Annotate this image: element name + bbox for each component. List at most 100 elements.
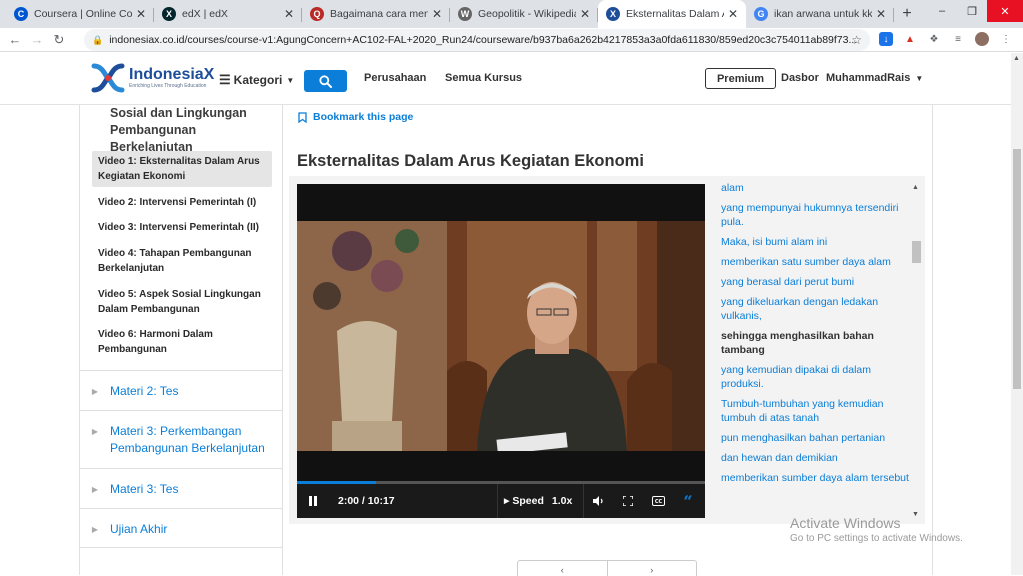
chevron-right-icon: ▶ <box>91 525 99 534</box>
previous-unit-button[interactable]: ‹ <box>518 561 608 576</box>
address-bar[interactable]: 🔒 indonesiax.co.id/courses/course-v1:Agu… <box>84 29 870 51</box>
close-tab-icon[interactable]: ✕ <box>580 7 590 21</box>
unit-video-1[interactable]: Video 1: Eksternalitas Dalam Arus Kegiat… <box>92 151 272 187</box>
coursera-icon: C <box>14 7 28 21</box>
browser-tab[interactable]: C Coursera | Online Courses ✕ <box>6 0 154 28</box>
tab-title: Geopolitik - Wikipedia bahasa <box>478 8 576 20</box>
bookmark-star-icon[interactable]: ☆ <box>851 33 862 47</box>
scroll-up-icon[interactable]: ▲ <box>912 184 919 191</box>
subsection-materi-3-tes[interactable]: ▶ Materi 3: Tes <box>80 468 283 508</box>
unit-video-5[interactable]: Video 5: Aspek Sosial Lingkungan Dalam P… <box>92 284 272 320</box>
new-tab-button[interactable]: + <box>894 0 920 28</box>
browser-tab[interactable]: Q Bagaimana cara mendapatkan ✕ <box>302 0 450 28</box>
browser-tab[interactable]: Gikan arwana untuk kkesehatan ✕ <box>746 0 894 28</box>
transcript-line[interactable]: dan hewan dan demikian <box>721 451 909 465</box>
next-unit-button[interactable]: › <box>608 561 697 576</box>
transcript-line[interactable]: yang kemudian dipakai di dalam produksi. <box>721 363 909 391</box>
hamburger-icon: ☰ <box>219 72 231 87</box>
windows-activation-watermark: Activate Windows Go to PC settings to ac… <box>790 515 963 544</box>
semua-kursus-link[interactable]: Semua Kursus <box>445 72 522 84</box>
speed-control[interactable]: ▶ Speed 1.0x <box>497 484 572 518</box>
logo-mark-icon <box>91 63 125 93</box>
perusahaan-link[interactable]: Perusahaan <box>364 72 426 84</box>
url-text: indonesiax.co.id/courses/course-v1:Agung… <box>109 34 858 46</box>
close-tab-icon[interactable]: ✕ <box>432 7 442 21</box>
section-title: Sosial dan Lingkungan Pembangunan Berkel… <box>110 106 247 154</box>
page-scrollbar[interactable]: ▲ <box>1011 53 1023 575</box>
close-window-icon[interactable]: ✕ <box>987 0 1023 22</box>
close-tab-icon[interactable]: ✕ <box>876 7 886 21</box>
transcript-line[interactable]: Maka, isi bumi alam ini <box>721 235 909 249</box>
subsection-materi-2-tes[interactable]: ▶ Materi 2: Tes <box>80 370 283 410</box>
extension-megaphone-icon[interactable]: ▲ <box>903 32 917 46</box>
video-frame-image <box>297 221 705 451</box>
transcript-line[interactable]: Tumbuh-tumbuhan yang kemudian tumbuh di … <box>721 397 909 425</box>
close-tab-icon[interactable]: ✕ <box>136 7 146 21</box>
transcript-line[interactable]: pun menghasilkan bahan pertanian <box>721 431 909 445</box>
video-frame[interactable] <box>297 221 705 451</box>
volume-icon[interactable] <box>583 484 613 518</box>
search-icon <box>319 74 332 88</box>
subsection-materi-3[interactable]: ▶ Materi 3: Perkembangan Pembangunan Ber… <box>80 410 283 468</box>
reading-list-icon[interactable]: ≡ <box>951 32 965 46</box>
extension-download-icon[interactable]: ↓ <box>879 32 893 46</box>
forward-icon[interactable]: → <box>26 32 48 47</box>
minimize-icon[interactable]: – <box>927 0 957 22</box>
unit-video-2[interactable]: Video 2: Intervensi Pemerintah (I) <box>92 192 272 213</box>
close-tab-icon[interactable]: ✕ <box>284 7 294 21</box>
profile-avatar-icon[interactable] <box>975 32 989 46</box>
unit-title: Eksternalitas Dalam Arus Kegiatan Ekonom… <box>297 152 644 170</box>
close-tab-icon[interactable]: ✕ <box>728 7 738 21</box>
transcript-line[interactable]: alam <box>721 181 909 195</box>
transcript-scroll-thumb[interactable] <box>912 241 921 263</box>
bookmark-icon <box>298 111 307 123</box>
subsection-ujian-akhir[interactable]: ▶ Ujian Akhir <box>80 508 283 548</box>
indonesiax-logo[interactable]: IndonesiaX Enriching Lives Through Educa… <box>91 62 214 94</box>
browser-tab[interactable]: XedX | edX ✕ <box>154 0 302 28</box>
chevron-right-icon: ▶ <box>91 427 99 436</box>
username: MuhammadRais <box>826 72 911 84</box>
reload-icon[interactable]: ↻ <box>48 32 70 48</box>
transcript-line[interactable]: yang mempunyai hukumnya tersendiri pula. <box>721 201 909 229</box>
extensions-puzzle-icon[interactable]: ❖ <box>927 32 941 46</box>
page-scroll-thumb[interactable] <box>1013 149 1021 389</box>
video-player[interactable]: 2:00 / 10:17 ▶ Speed 1.0x CC “ <box>297 184 705 518</box>
wikipedia-icon: W <box>458 7 472 21</box>
bookmark-link[interactable]: Bookmark this page <box>298 111 413 123</box>
unit-video-4[interactable]: Video 4: Tahapan Pembangunan Berkelanjut… <box>92 243 272 279</box>
browser-menu-icon[interactable]: ⋮ <box>999 32 1013 46</box>
speed-caret-icon: ▶ <box>504 498 510 505</box>
pause-icon[interactable] <box>303 484 323 518</box>
search-button[interactable] <box>304 70 347 92</box>
page-scroll-up-icon[interactable]: ▲ <box>1013 55 1020 62</box>
tab-title: Coursera | Online Courses <box>34 8 132 20</box>
transcript-line[interactable]: memberikan satu sumber daya alam <box>721 255 909 269</box>
fullscreen-icon[interactable] <box>613 484 643 518</box>
restore-icon[interactable]: ❐ <box>957 0 987 22</box>
unit-video-6[interactable]: Video 6: Harmoni Dalam Pembangunan <box>92 324 272 360</box>
transcript-line[interactable]: yang berasal dari perut bumi <box>721 275 909 289</box>
caret-down-icon: ▼ <box>286 75 295 85</box>
dasbor-link[interactable]: Dasbor <box>781 72 819 84</box>
tab-title: Eksternalitas Dalam Arus <box>626 8 724 20</box>
chevron-right-icon: ▶ <box>91 387 99 396</box>
transcript-line[interactable]: memberikan sumber daya alam tersebut <box>721 471 909 485</box>
browser-tab[interactable]: W Geopolitik - Wikipedia bahasa ✕ <box>450 0 598 28</box>
premium-button[interactable]: Premium <box>705 68 776 89</box>
tab-list: C Coursera | Online Courses ✕ XedX | edX ✕ QB… <box>0 0 894 28</box>
transcript-line[interactable]: sehingga menghasilkan bahan tambang <box>721 329 909 357</box>
kategori-menu[interactable]: ☰ Kategori ▼ <box>219 72 294 88</box>
lock-icon: 🔒 <box>92 34 104 45</box>
transcript-toggle-icon[interactable]: “ <box>673 484 703 518</box>
indonesiax-icon: X <box>606 7 620 21</box>
unit-video-3[interactable]: Video 3: Intervensi Pemerintah (II) <box>92 217 272 238</box>
transcript-scrollbar[interactable]: ▲ ▼ <box>912 184 921 518</box>
back-icon[interactable]: ← <box>4 32 26 47</box>
video-controls: 2:00 / 10:17 ▶ Speed 1.0x CC “ <box>297 484 705 518</box>
closed-captions-icon[interactable]: CC <box>643 484 673 518</box>
transcript-line[interactable]: yang dikeluarkan dengan ledakan vulkanis… <box>721 295 909 323</box>
brand-tagline: Enriching Lives Through Education <box>129 83 207 89</box>
browser-tab[interactable]: X Eksternalitas Dalam Arus ✕ <box>598 0 746 28</box>
video-time: 2:00 / 10:17 <box>338 495 395 507</box>
user-menu[interactable]: MuhammadRais ▼ <box>826 72 923 84</box>
